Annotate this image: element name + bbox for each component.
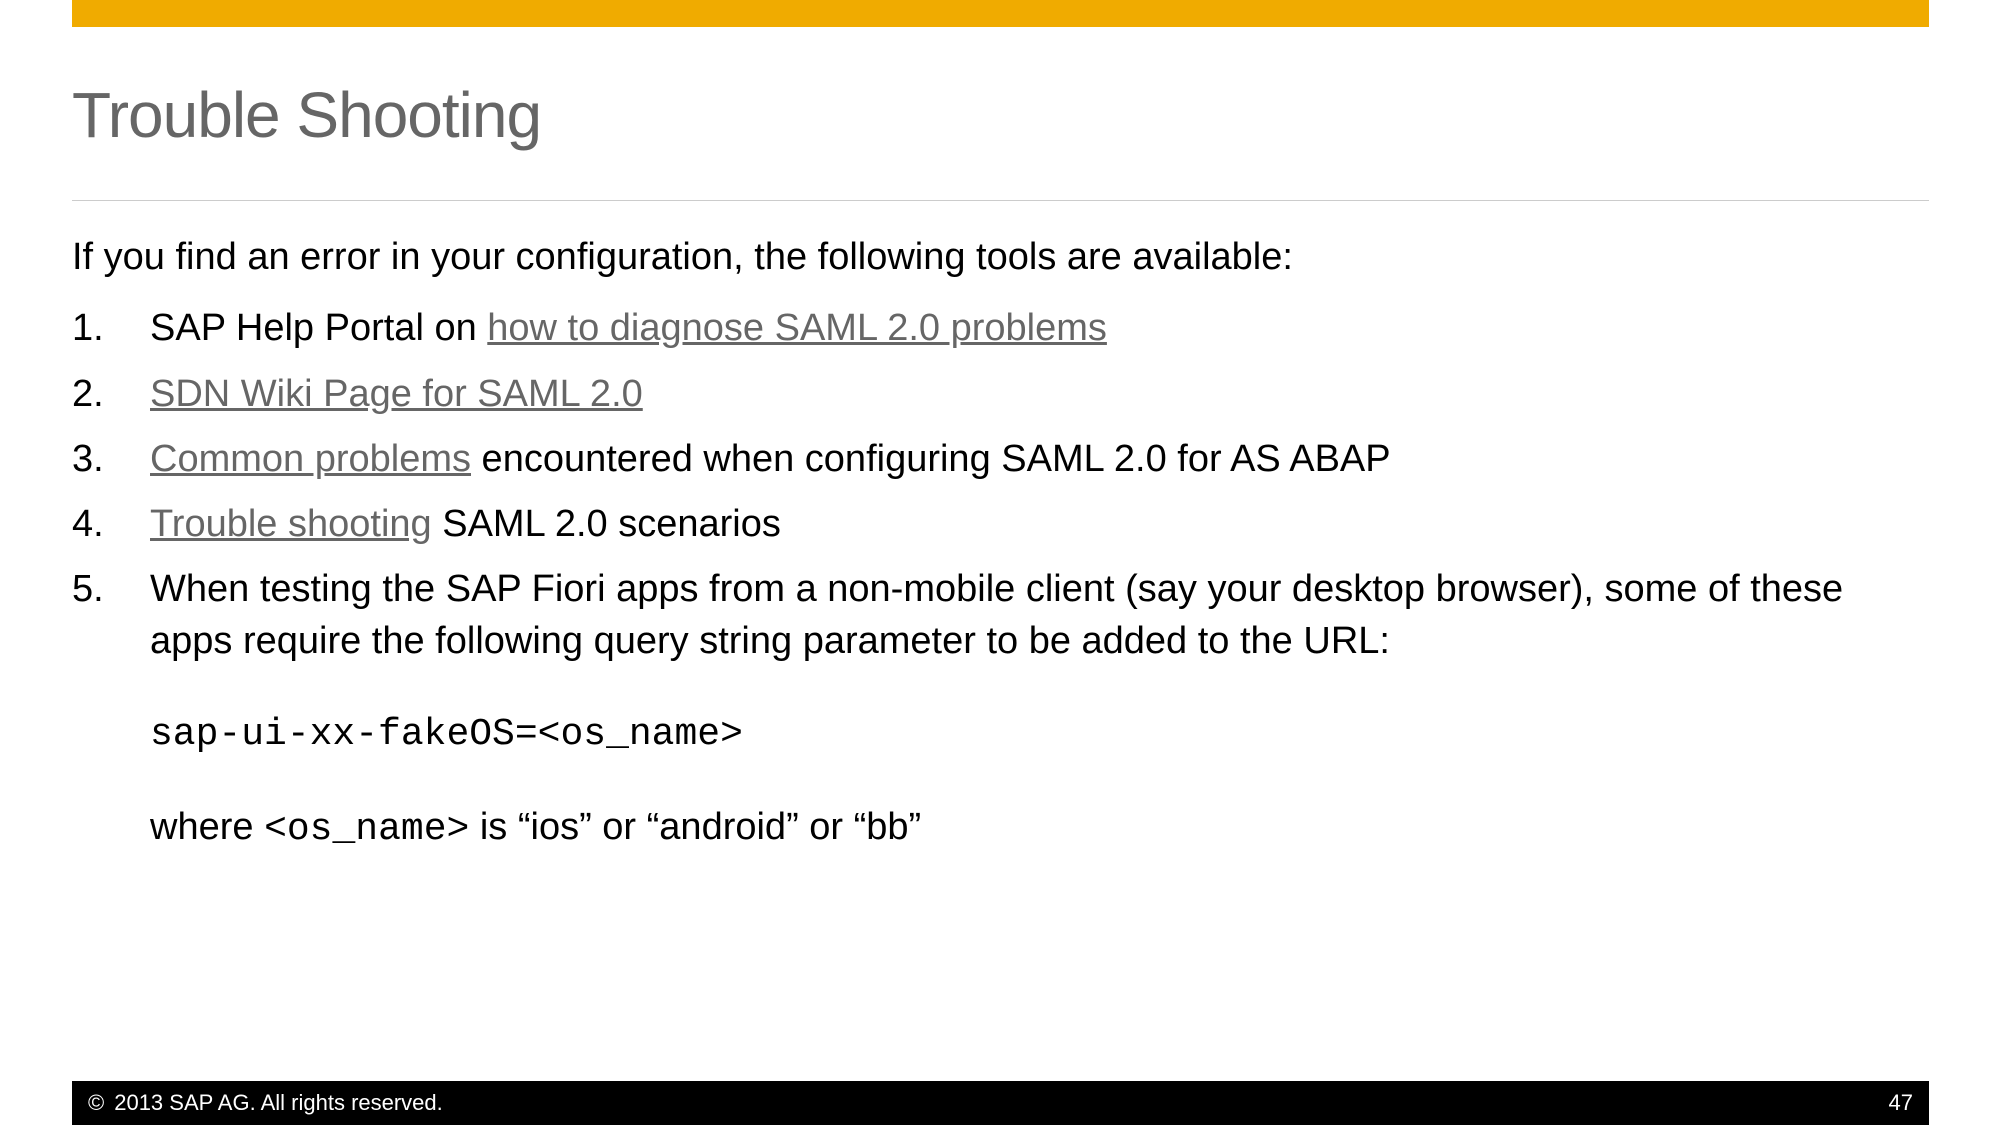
link-sdn-wiki[interactable]: SDN Wiki Page for SAML 2.0 (150, 373, 643, 415)
item1-prefix: SAP Help Portal on (150, 307, 487, 349)
item5-para1: When testing the SAP Fiori apps from a n… (150, 564, 1929, 667)
page-number: 47 (1889, 1090, 1913, 1116)
list-item-3: Common problems encountered when configu… (72, 434, 1929, 485)
slide: Trouble Shooting If you find an error in… (0, 0, 2001, 1125)
intro-text: If you find an error in your configurati… (72, 232, 1929, 283)
list-item-2: SDN Wiki Page for SAML 2.0 (72, 369, 1929, 420)
copyright-symbol: © (88, 1090, 104, 1116)
page-title: Trouble Shooting (72, 78, 541, 152)
list-item-4: Trouble shooting SAML 2.0 scenarios (72, 499, 1929, 550)
title-divider (72, 200, 1929, 201)
link-saml-diagnose[interactable]: how to diagnose SAML 2.0 problems (487, 307, 1107, 349)
troubleshooting-list: SAP Help Portal on how to diagnose SAML … (72, 303, 1929, 855)
item5-where-code: <os_name> (264, 808, 469, 851)
item3-suffix: encountered when configuring SAML 2.0 fo… (471, 438, 1391, 480)
copyright: © 2013 SAP AG. All rights reserved. (88, 1090, 443, 1116)
top-accent-bar (72, 0, 1929, 27)
item5-where-prefix: where (150, 806, 264, 848)
list-item-1: SAP Help Portal on how to diagnose SAML … (72, 303, 1929, 354)
list-item-5: When testing the SAP Fiori apps from a n… (72, 564, 1929, 855)
item4-suffix: SAML 2.0 scenarios (432, 503, 781, 545)
copyright-text: 2013 SAP AG. All rights reserved. (114, 1090, 443, 1116)
item5-where-suffix: is “ios” or “android” or “bb” (469, 806, 921, 848)
content-area: If you find an error in your configurati… (72, 232, 1929, 870)
item5-where: where <os_name> is “ios” or “android” or… (150, 802, 1929, 855)
link-common-problems[interactable]: Common problems (150, 438, 471, 480)
item5-code: sap-ui-xx-fakeOS=<os_name> (150, 709, 1929, 760)
link-trouble-shooting[interactable]: Trouble shooting (150, 503, 432, 545)
footer-bar: © 2013 SAP AG. All rights reserved. 47 (72, 1081, 1929, 1125)
